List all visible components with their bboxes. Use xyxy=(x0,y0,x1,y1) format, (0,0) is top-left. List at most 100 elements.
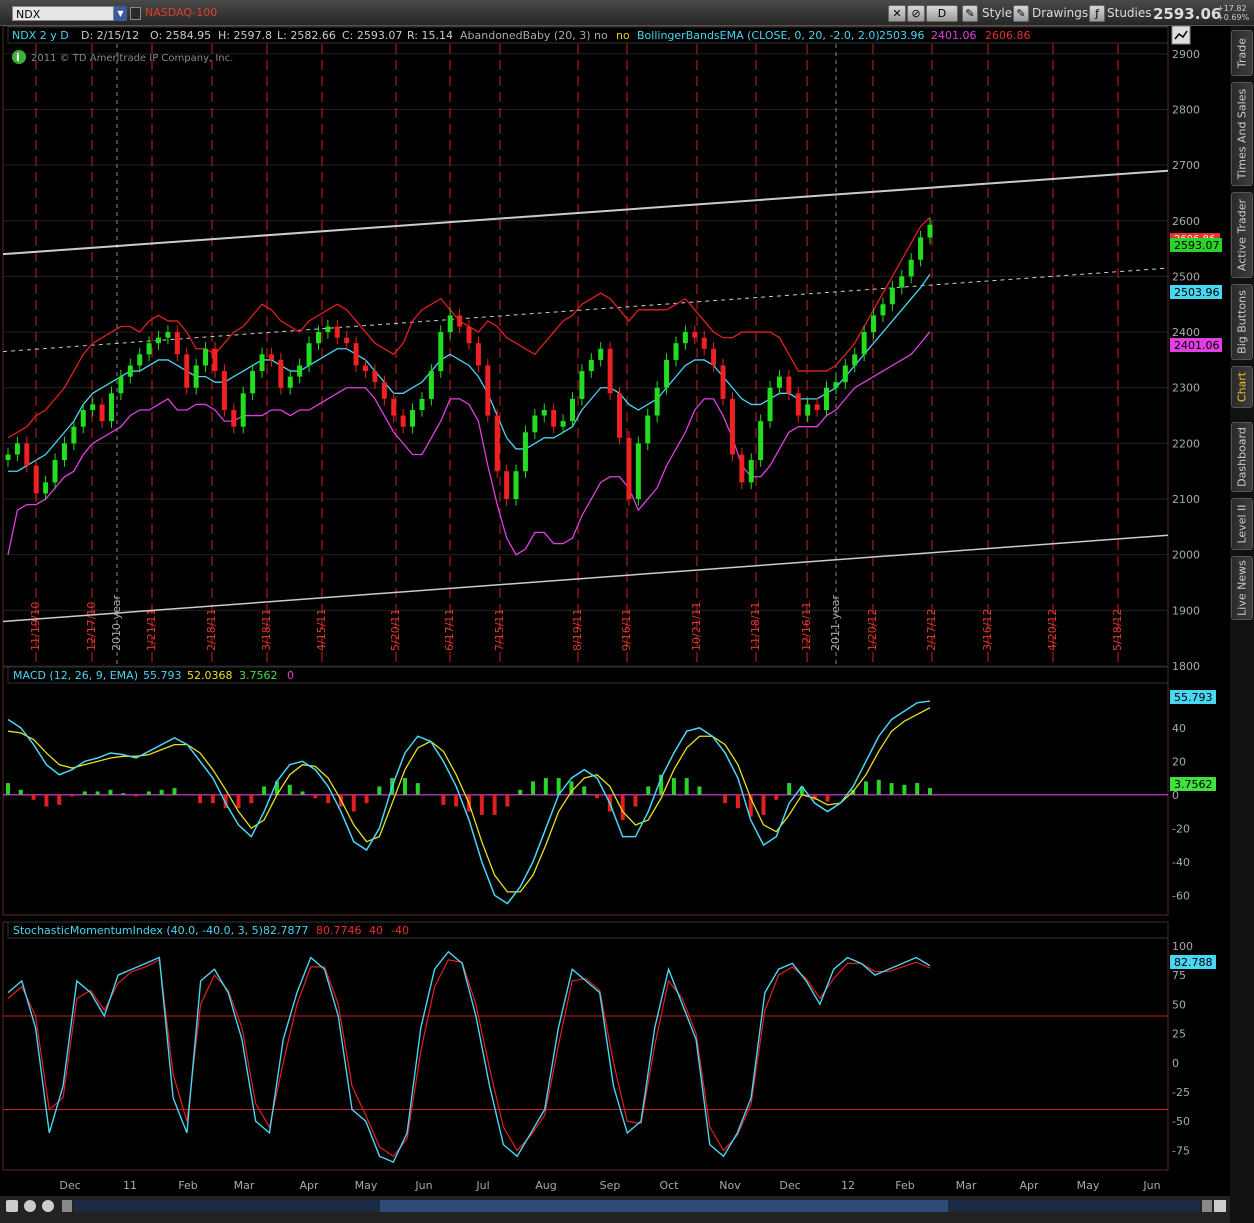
scroll-left-icon[interactable] xyxy=(62,1200,72,1212)
candle-body xyxy=(43,482,49,494)
crosshair-icon[interactable]: ✕ xyxy=(888,5,906,22)
header-bb-mid: 2503.96 xyxy=(879,29,925,42)
candle-body xyxy=(372,371,378,383)
candle-body xyxy=(626,437,632,500)
price-tick-label: 2100 xyxy=(1172,493,1200,506)
expiration-label: 11/18/11 xyxy=(749,602,762,651)
candle-body xyxy=(334,326,340,338)
aggregation-button[interactable]: D xyxy=(926,5,958,22)
macd-histogram-bar xyxy=(402,778,407,795)
smi-avg: 80.7746 xyxy=(316,924,362,937)
style-menu[interactable]: Style xyxy=(982,6,1012,20)
header-pattern-value: no xyxy=(594,29,608,42)
candle-body xyxy=(682,332,688,344)
macd-tick-label: -60 xyxy=(1172,889,1190,902)
link-icon[interactable] xyxy=(130,7,141,20)
zoom-fit-icon[interactable] xyxy=(6,1200,18,1212)
price-tick-label: 2800 xyxy=(1172,103,1200,116)
expiration-label: 3/16/12 xyxy=(981,609,994,651)
scroll-thumb[interactable] xyxy=(380,1200,948,1212)
zoom-icon[interactable]: ⊘ xyxy=(907,5,925,22)
macd-histogram-bar xyxy=(313,794,318,799)
drawings-menu[interactable]: Drawings xyxy=(1032,6,1088,20)
symbol-dropdown-icon[interactable]: ▼ xyxy=(114,6,127,21)
smi-tick-label: -25 xyxy=(1172,1086,1190,1099)
style-icon[interactable]: ✎ xyxy=(962,5,978,22)
net-change-value: +17.82 xyxy=(1217,4,1247,13)
macd-histogram-bar xyxy=(543,778,548,795)
macd-histogram-bar xyxy=(518,789,523,795)
tab-times-and-sales[interactable]: Times And Sales xyxy=(1231,82,1253,186)
candle-body xyxy=(720,365,726,399)
candle-body xyxy=(165,332,171,338)
bottom-scroll-bar xyxy=(0,1196,1230,1223)
candle-body xyxy=(419,398,425,410)
candle-body xyxy=(71,426,77,444)
expiration-label: 7/15/11 xyxy=(493,609,506,651)
candle-body xyxy=(748,460,754,483)
macd-badge-diff: 3.7562 xyxy=(1174,778,1213,791)
tab-live-news[interactable]: Live News xyxy=(1231,556,1253,620)
candle-body xyxy=(306,343,312,366)
macd-histogram-bar xyxy=(863,781,868,795)
macd-histogram-bar xyxy=(684,778,689,795)
candle-body xyxy=(391,398,397,416)
symbol-input[interactable]: NDX xyxy=(12,6,114,21)
time-axis-label: Jun xyxy=(1142,1179,1160,1192)
scroll-right-icon[interactable] xyxy=(1202,1200,1212,1212)
time-axis-label: Jul xyxy=(475,1179,489,1192)
tab-big-buttons[interactable]: Big Buttons xyxy=(1231,284,1253,360)
tab-label: Active Trader xyxy=(1235,198,1249,272)
candle-body xyxy=(833,382,839,388)
tab-dashboard[interactable]: Dashboard xyxy=(1231,422,1253,492)
candle-body xyxy=(504,471,510,500)
candle-body xyxy=(240,393,246,427)
tab-active-trader[interactable]: Active Trader xyxy=(1231,192,1253,278)
expiration-label: 2/17/12 xyxy=(925,609,938,651)
smi-tick-label: -50 xyxy=(1172,1115,1190,1128)
macd-diff: 3.7562 xyxy=(239,669,278,682)
expiration-label: 3/18/11 xyxy=(260,609,273,651)
expiration-label: 11/19/10 xyxy=(29,602,42,651)
tab-chart[interactable]: Chart xyxy=(1231,366,1253,408)
candle-body xyxy=(80,410,86,427)
candle-body xyxy=(767,387,773,422)
studies-menu[interactable]: Studies xyxy=(1107,6,1152,20)
tab-trade[interactable]: Trade xyxy=(1231,30,1253,76)
macd-histogram-bar xyxy=(364,794,369,804)
scroll-track[interactable] xyxy=(74,1200,1200,1212)
candle-body xyxy=(466,326,472,344)
candle-body xyxy=(174,332,180,355)
macd-histogram-bar xyxy=(723,794,728,804)
expand-icon[interactable] xyxy=(1214,1200,1226,1212)
tab-label: Live News xyxy=(1235,560,1249,616)
price-tick-label: 2400 xyxy=(1172,326,1200,339)
candle-body xyxy=(814,404,820,410)
zoom-in-icon[interactable] xyxy=(24,1200,36,1212)
drawings-icon[interactable]: ✎ xyxy=(1013,5,1029,22)
smi-panel[interactable] xyxy=(2,921,1169,1171)
candle-body xyxy=(654,387,660,416)
macd-histogram-bar xyxy=(198,794,203,804)
candle-body xyxy=(795,393,801,416)
studies-icon[interactable]: ƒ xyxy=(1089,5,1105,22)
candle-body xyxy=(14,443,20,455)
candle-body xyxy=(551,410,557,427)
chart-toolbar: NDX ▼ NASDAQ-100 ✕ ⊘ D ✎ Style ✎ Drawing… xyxy=(0,0,1254,26)
time-axis-label: Dec xyxy=(779,1179,800,1192)
chart-canvas[interactable]: 1800190020002100220023002400250026002700… xyxy=(0,26,1230,1196)
candle-body xyxy=(118,376,124,394)
macd-histogram-bar xyxy=(492,794,497,815)
candle-body xyxy=(212,348,218,372)
expiration-label: 6/17/11 xyxy=(443,609,456,651)
tab-label: Dashboard xyxy=(1235,427,1249,487)
zoom-out-icon[interactable] xyxy=(42,1200,54,1212)
macd-histogram-bar xyxy=(454,794,459,807)
macd-histogram-bar xyxy=(300,791,305,795)
time-axis-label: Mar xyxy=(956,1179,977,1192)
price-tick-label: 2300 xyxy=(1172,382,1200,395)
candle-body xyxy=(33,465,39,494)
expiration-label: 8/19/11 xyxy=(571,609,584,651)
tab-level-ii[interactable]: Level II xyxy=(1231,498,1253,550)
price-tick-label: 2000 xyxy=(1172,549,1200,562)
